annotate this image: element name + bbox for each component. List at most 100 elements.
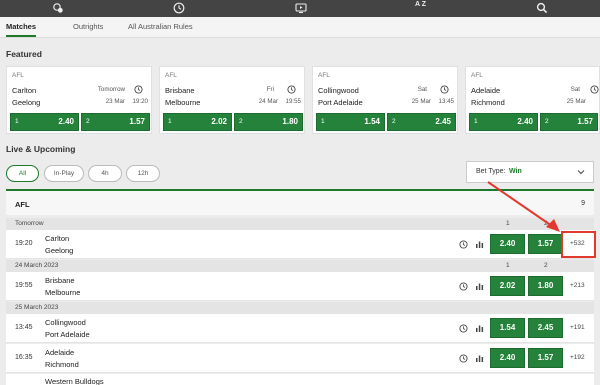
odds-button-home[interactable]: 1 2.40 [10,113,79,131]
tab-all-australian-rules[interactable]: All Australian Rules [128,22,193,31]
league-label: AFL [12,72,24,79]
odds-button-away[interactable]: 2 2.45 [387,113,456,131]
clock-icon [440,85,449,94]
odds-button-home[interactable]: 1 1.54 [316,113,385,131]
league-name: AFL [15,200,30,209]
featured-card[interactable]: AFL Collingwood Port Adelaide Sat 25 Mar… [312,66,458,134]
search-icon[interactable] [536,2,548,14]
event-time: 19:20 [132,98,148,105]
odds-button-home[interactable]: 2.40 [490,348,525,368]
event-time: 19:20 [15,240,33,247]
odds-button-away[interactable]: 1.57 [528,348,563,368]
event-date: 25 Mar [566,98,586,105]
odds-label: 2 [545,118,549,125]
team-away: Port Adelaide [318,98,363,107]
filter-4h[interactable]: 4h [88,165,122,182]
filter-in-play[interactable]: In-Play [44,165,84,182]
stats-icon[interactable] [475,354,484,363]
odds-value: 2.02 [211,117,227,126]
az-sort-icon[interactable]: A Z [415,1,426,8]
stats-icon[interactable] [475,282,484,291]
tab-outrights[interactable]: Outrights [73,22,103,31]
league-header[interactable]: AFL 9 [6,191,594,215]
event-date: 23 Mar [105,98,125,105]
sports-icon[interactable] [52,2,64,14]
filter-12h[interactable]: 12h [126,165,160,182]
event-row[interactable]: 16:35 Adelaide Richmond 2.40 1.57 +192 [6,344,594,373]
tv-icon[interactable] [295,2,307,14]
odds-value: 2.45 [435,117,451,126]
chevron-down-icon [577,168,585,176]
more-markets-link[interactable]: +192 [570,354,585,361]
clock-icon[interactable] [173,2,185,14]
featured-card[interactable]: AFL Brisbane Melbourne Fri 24 Mar 19:55 … [159,66,305,134]
event-row[interactable]: 19:20 Carlton Geelong 2.40 1.57 +532 [6,230,594,259]
event-row[interactable]: 19:55 Brisbane Melbourne 2.02 1.80 +213 [6,272,594,301]
team-away: Melbourne [45,288,81,297]
odds-button-home[interactable]: 2.40 [490,234,525,254]
clock-icon[interactable] [459,240,468,249]
bet-type-dropdown[interactable]: Bet Type: Win [466,161,594,183]
team-home: Adelaide [471,86,501,95]
event-time: 19:55 [285,98,301,105]
odds-label: 1 [321,118,325,125]
featured-card[interactable]: AFL Carlton Geelong Tomorrow 23 Mar 19:2… [6,66,152,134]
bet-type-label: Bet Type: [476,168,506,175]
clock-icon [287,85,296,94]
event-row[interactable]: 13:45 Collingwood Port Adelaide 1.54 2.4… [6,314,594,343]
more-markets-link[interactable]: +213 [570,282,585,289]
event-time: 13:45 [438,98,454,105]
odds-button-home[interactable]: 1 2.02 [163,113,232,131]
odds-label: 2 [239,118,243,125]
odds-button-away[interactable]: 2 1.57 [81,113,150,131]
clock-icon [590,85,599,94]
odds-button-home[interactable]: 2.02 [490,276,525,296]
odds-value: 2.40 [58,117,74,126]
odds-label: 2 [392,118,396,125]
odds-button-home[interactable]: 1 2.40 [469,113,538,131]
filter-all[interactable]: All [6,165,39,182]
team-away: Geelong [45,246,74,255]
bet-type-value: Win [509,168,522,175]
event-date: 25 Mar [411,98,431,105]
clock-icon[interactable] [459,282,468,291]
column-header-1: 1 [506,220,510,227]
odds-button-away[interactable]: 2 1.57 [540,113,598,131]
league-label: AFL [471,72,483,79]
date-group-header: 24 March 2023 1 2 [6,260,594,272]
stats-icon[interactable] [475,324,484,333]
team-home: Carlton [45,234,70,243]
tab-matches[interactable]: Matches [6,22,37,37]
event-time: 16:35 [15,354,33,361]
team-away: Port Adelaide [45,330,90,339]
odds-value: 1.57 [129,117,145,126]
odds-button-home[interactable]: 1.54 [490,318,525,338]
date-group-header: Tomorrow 1 2 [6,218,594,230]
featured-card[interactable]: AFL Adelaide Richmond Sat 25 Mar 1 2.40 … [465,66,600,134]
odds-label: 2 [86,118,90,125]
team-home: Brisbane [45,276,75,285]
team-away: Melbourne [165,98,201,107]
event-day: Sat [570,86,580,93]
odds-button-away[interactable]: 2 1.80 [234,113,303,131]
team-home: Western Bulldogs [45,377,104,385]
stats-icon[interactable] [475,240,484,249]
event-row[interactable]: Western Bulldogs [6,374,594,385]
team-home: Adelaide [45,348,75,357]
event-day: Fri [266,86,274,93]
team-away: Richmond [45,360,79,369]
odds-button-away[interactable]: 2.45 [528,318,563,338]
more-markets-link[interactable]: +191 [570,324,585,331]
clock-icon[interactable] [459,354,468,363]
odds-button-away[interactable]: 1.57 [528,234,563,254]
sub-tabs: Matches Outrights All Australian Rules [0,17,600,38]
odds-label: 1 [15,118,19,125]
odds-value: 1.80 [282,117,298,126]
clock-icon[interactable] [459,324,468,333]
league-event-count: 9 [581,200,585,207]
event-day: Sat [417,86,427,93]
date-group-header: 25 March 2023 [6,302,594,314]
event-time: 19:55 [15,282,33,289]
league-label: AFL [165,72,177,79]
odds-button-away[interactable]: 1.80 [528,276,563,296]
